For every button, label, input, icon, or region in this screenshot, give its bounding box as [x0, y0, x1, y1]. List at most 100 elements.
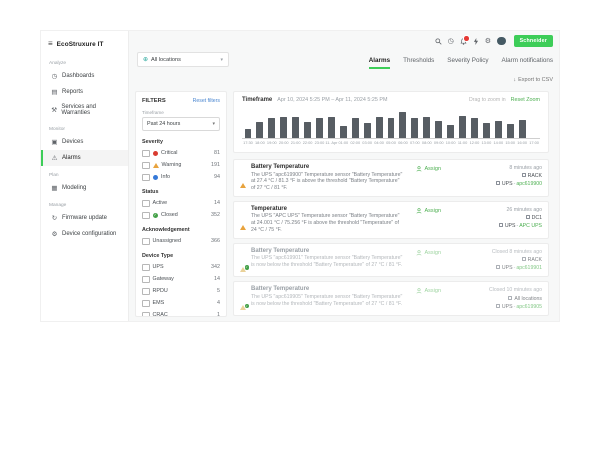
device-link[interactable]: apc619901 [516, 265, 542, 271]
alarm-title: Battery Temperature [251, 248, 403, 254]
checkbox-rpdu[interactable] [142, 288, 150, 296]
checkbox-ems[interactable] [142, 300, 150, 308]
filter-option-info[interactable]: Info 94 [142, 174, 220, 182]
filters-title: FILTERS [142, 98, 166, 104]
filter-option-count: 1 [217, 312, 220, 317]
user-avatar[interactable] [497, 37, 506, 46]
bar-chart[interactable]: 17:3018:0019:0020:0021:0022:0023:0011. A… [242, 107, 540, 139]
alarm-location[interactable]: All locations [489, 295, 542, 303]
assign-button[interactable]: Assign [416, 166, 441, 172]
sidebar-item-firmware-update[interactable]: ↻ Firmware update [41, 210, 128, 226]
app-logo-text: EcoStruxure IT [57, 41, 104, 48]
tab-alarms[interactable]: Alarms [369, 57, 390, 69]
bar-column: 13:00 [480, 107, 492, 138]
filter-option-ems[interactable]: EMS 4 [142, 300, 220, 308]
checkbox-crac[interactable] [142, 312, 150, 318]
filter-option-ups[interactable]: UPS 342 [142, 264, 220, 272]
search-icon[interactable] [435, 38, 442, 45]
tab-thresholds[interactable]: Thresholds [403, 57, 434, 69]
dashboards-icon: ◷ [51, 72, 58, 80]
sidebar-item-alarms[interactable]: ⚠ Alarms [41, 150, 128, 166]
sidebar-item-services[interactable]: ⚒ Services and Warranties [41, 100, 128, 120]
filter-option-count: 4 [217, 300, 220, 306]
tab-alarm-notifications[interactable]: Alarm notifications [502, 57, 553, 69]
alarm-location[interactable]: RACK [496, 172, 542, 180]
filter-option-active[interactable]: Active 14 [142, 200, 220, 208]
device-icon [496, 304, 500, 308]
checkbox-info[interactable] [142, 174, 150, 182]
assign-button[interactable]: Assign [416, 250, 441, 256]
sidebar-item-modeling[interactable]: ▦ Modeling [41, 180, 128, 196]
reset-zoom-link[interactable]: Reset Zoom [511, 97, 540, 103]
person-icon [416, 288, 422, 294]
alarm-time: 26 minutes ago [499, 206, 542, 214]
assign-button[interactable]: Assign [416, 208, 441, 214]
timeframe-select[interactable]: Past 24 hours ▾ [142, 117, 220, 131]
timeframe-label: Timeframe [142, 110, 220, 115]
reset-filters-link[interactable]: Reset filters [193, 98, 220, 104]
settings-icon[interactable]: ⚙ [485, 38, 491, 45]
location-selector[interactable]: ⊕ All locations ▾ [137, 52, 229, 67]
bar-column: 15:00 [504, 107, 516, 138]
app-window: ≡ EcoStruxure IT Analyze ◷ Dashboards ▤ … [40, 30, 560, 322]
checkbox-closed[interactable] [142, 212, 150, 220]
sidebar-item-label: Dashboards [62, 73, 94, 79]
alarm-location[interactable]: RACK [492, 256, 542, 264]
alarm-description: The UPS "apc619900" Temperature sensor "… [251, 172, 403, 192]
export-csv-button[interactable]: ↓ Export to CSV [513, 77, 553, 83]
notifications-icon[interactable] [460, 38, 467, 45]
sidebar-item-device-configuration[interactable]: ⚙ Device configuration [41, 226, 128, 242]
schneider-logo[interactable]: Schneider [514, 35, 553, 47]
alarm-card[interactable]: Battery Temperature The UPS "apc619901" … [233, 243, 549, 278]
alarm-card[interactable]: Temperature The UPS "APC UPS" Temperatur… [233, 201, 549, 239]
filter-group-acknowledgement: Acknowledgement [142, 227, 220, 233]
alarm-time: Closed 10 minutes ago [489, 286, 542, 294]
filter-option-closed[interactable]: Closed 352 [142, 212, 220, 220]
history-icon[interactable]: ◷ [448, 38, 454, 45]
assign-label: Assign [425, 250, 442, 256]
bar-column: 08:00 [421, 107, 433, 138]
device-link[interactable]: apc619905 [516, 304, 542, 310]
checkbox-ups[interactable] [142, 264, 150, 272]
devices-icon: ▣ [51, 138, 58, 146]
axis-tick-label: 22:00 [303, 140, 313, 145]
filter-option-label: Gateway [153, 276, 174, 282]
filter-option-critical[interactable]: Critical 81 [142, 150, 220, 158]
filter-option-rpdu[interactable]: RPDU 5 [142, 288, 220, 296]
alarm-location[interactable]: DC1 [499, 214, 542, 222]
checkbox-critical[interactable] [142, 150, 150, 158]
device-link[interactable]: apc619900 [516, 181, 542, 187]
timeframe-select-value: Past 24 hours [147, 121, 180, 127]
filter-option-gateway[interactable]: Gateway 14 [142, 276, 220, 284]
header-icon-bar: ◷ ⚙ Schneider [435, 35, 553, 47]
feedback-icon[interactable] [473, 38, 479, 45]
bar-column: 17:00 [528, 107, 540, 138]
sidebar-item-devices[interactable]: ▣ Devices [41, 134, 128, 150]
checkbox-unassigned[interactable] [142, 238, 150, 246]
alarm-card[interactable]: Battery Temperature The UPS "apc619900" … [233, 159, 549, 197]
chevron-down-icon: ▾ [212, 121, 215, 127]
alarm-device: UPS-apc619901 [492, 264, 542, 272]
sidebar-item-dashboards[interactable]: ◷ Dashboards [41, 68, 128, 84]
sidebar-item-label: Devices [62, 139, 83, 145]
checkbox-gateway[interactable] [142, 276, 150, 284]
alarm-card[interactable]: Battery Temperature The UPS "apc619905" … [233, 281, 549, 316]
filter-option-warning[interactable]: Warning 191 [142, 162, 220, 170]
download-icon: ↓ [513, 77, 516, 83]
device-icon [496, 265, 500, 269]
filter-option-unassigned[interactable]: Unassigned 366 [142, 238, 220, 246]
sidebar-item-reports[interactable]: ▤ Reports [41, 84, 128, 100]
checkbox-warning[interactable] [142, 162, 150, 170]
tab-severity-policy[interactable]: Severity Policy [447, 57, 488, 69]
menu-icon[interactable]: ≡ [48, 40, 53, 48]
export-csv-label: Export to CSV [518, 77, 553, 83]
bar-column: 21:00 [290, 107, 302, 138]
assign-button[interactable]: Assign [416, 288, 441, 294]
tab-bar: Alarms Thresholds Severity Policy Alarm … [369, 57, 553, 69]
axis-tick-label: 08:00 [422, 140, 432, 145]
device-link[interactable]: APC UPS [519, 223, 542, 229]
bar-column: 02:00 [349, 107, 361, 138]
filter-option-crac[interactable]: CRAC 1 [142, 312, 220, 318]
bar-column: 19:00 [266, 107, 278, 138]
checkbox-active[interactable] [142, 200, 150, 208]
